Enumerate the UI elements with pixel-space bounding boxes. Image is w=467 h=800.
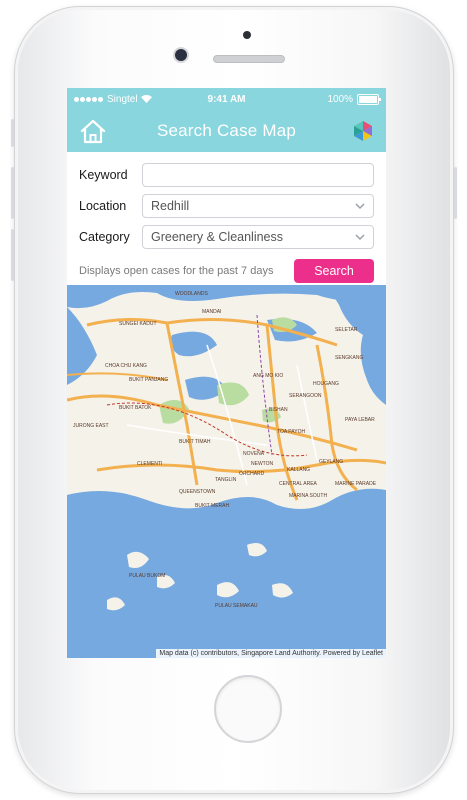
map-label: ANG MO KIO — [253, 373, 283, 379]
keyword-row: Keyword — [79, 162, 374, 188]
keyword-label: Keyword — [79, 168, 128, 182]
battery-percent: 100% — [327, 93, 354, 105]
category-value: Greenery & Cleanliness — [151, 230, 284, 244]
category-select[interactable]: Greenery & Cleanliness — [142, 225, 374, 249]
map-label: BUKIT PANJANG — [129, 377, 168, 383]
search-form: Keyword Location Redhill Category Greene… — [67, 152, 386, 284]
carrier-name: Singtel — [107, 93, 138, 105]
map-label: SUNGEI KADUT — [119, 321, 157, 327]
map-label: GEYLANG — [319, 459, 343, 465]
app-screen: Singtel 9:41 AM 100% Search Case Map Key… — [67, 88, 386, 658]
map-label: ORCHARD — [239, 471, 265, 477]
map-label: BISHAN — [269, 407, 288, 413]
map-label: MARINE PARADE — [335, 481, 377, 487]
map-label: PAYA LEBAR — [345, 417, 375, 423]
location-row: Location Redhill — [79, 193, 374, 219]
volume-down-button — [11, 229, 14, 281]
search-row: Displays open cases for the past 7 days … — [79, 258, 374, 284]
page-title: Search Case Map — [156, 121, 297, 140]
keyword-input[interactable] — [151, 167, 365, 183]
map-label: CENTRAL AREA — [279, 481, 318, 487]
category-label: Category — [79, 230, 130, 244]
nav-bar: Search Case Map — [67, 110, 386, 152]
map-label: BUKIT MERAH — [195, 503, 229, 509]
chevron-down-icon — [355, 203, 365, 210]
map-label: NOVENA — [243, 451, 265, 457]
mute-switch — [11, 119, 14, 147]
map-label: JURONG EAST — [73, 423, 109, 429]
map-label: BUKIT TIMAH — [179, 439, 211, 445]
search-button[interactable]: Search — [294, 259, 374, 283]
home-button[interactable] — [214, 675, 282, 743]
map-water-south — [67, 488, 386, 658]
search-hint: Displays open cases for the past 7 days — [79, 265, 274, 277]
location-label: Location — [79, 199, 127, 213]
category-row: Category Greenery & Cleanliness — [79, 224, 374, 250]
map-label: TANGLIN — [215, 477, 237, 483]
map-label: HOUGANG — [313, 381, 339, 387]
map-label: TOA PAYOH — [277, 429, 305, 435]
power-button — [454, 167, 457, 219]
map-label: MANDAI — [202, 309, 221, 315]
map-label: QUEENSTOWN — [179, 489, 216, 495]
case-map[interactable]: WOODLANDS MANDAI SUNGEI KADUT CHOA CHU K… — [67, 285, 386, 658]
map-label: SELETAR — [335, 327, 358, 333]
map-label: NEWTON — [251, 461, 274, 467]
map-attribution[interactable]: Map data (c) contributors, Singapore Lan… — [156, 649, 386, 658]
map-label: KALLANG — [287, 467, 310, 473]
map-label: WOODLANDS — [175, 291, 208, 297]
home-icon[interactable] — [79, 118, 107, 144]
battery-icon — [357, 93, 382, 105]
earpiece-speaker — [213, 55, 285, 63]
map-label: SERANGOON — [289, 393, 322, 399]
signal-icon — [74, 94, 104, 105]
wifi-icon — [140, 95, 152, 103]
map-label: BUKIT BATOK — [119, 405, 152, 411]
location-value: Redhill — [151, 199, 190, 213]
map-label: CLEMENTI — [137, 461, 162, 467]
location-select[interactable]: Redhill — [142, 194, 374, 218]
app-logo-icon[interactable] — [352, 120, 374, 142]
volume-up-button — [11, 167, 14, 219]
map-label: SENGKANG — [335, 355, 363, 361]
map-label: PULAU BUKOM — [129, 573, 165, 579]
map-canvas[interactable]: WOODLANDS MANDAI SUNGEI KADUT CHOA CHU K… — [67, 285, 386, 658]
status-right: 100% — [277, 93, 382, 105]
status-left: Singtel — [74, 94, 176, 105]
chevron-down-icon — [355, 234, 365, 241]
status-bar: Singtel 9:41 AM 100% — [67, 88, 386, 110]
front-camera — [175, 49, 187, 61]
map-label: MARINA SOUTH — [289, 493, 327, 499]
map-label: PULAU SEMAKAU — [215, 603, 258, 609]
status-time: 9:41 AM — [207, 93, 246, 105]
keyword-field[interactable] — [142, 163, 374, 187]
front-sensor — [243, 31, 251, 39]
map-label: CHOA CHU KANG — [105, 363, 147, 369]
